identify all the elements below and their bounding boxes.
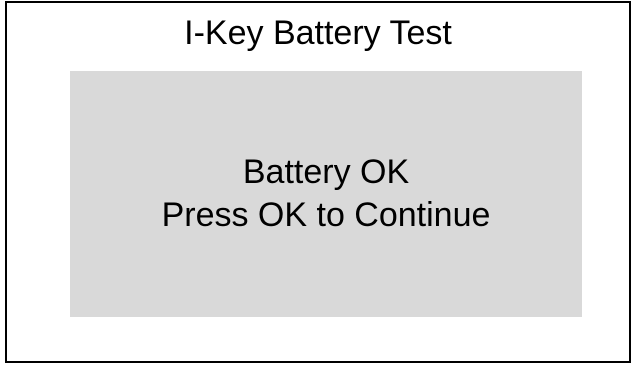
battery-test-screen: I-Key Battery Test Battery OK Press OK t… — [5, 1, 631, 363]
battery-status-text: Battery OK — [242, 153, 410, 191]
message-panel: Battery OK Press OK to Continue — [70, 71, 582, 317]
screen-title: I-Key Battery Test — [184, 14, 452, 52]
continue-instruction-text: Press OK to Continue — [161, 196, 491, 234]
